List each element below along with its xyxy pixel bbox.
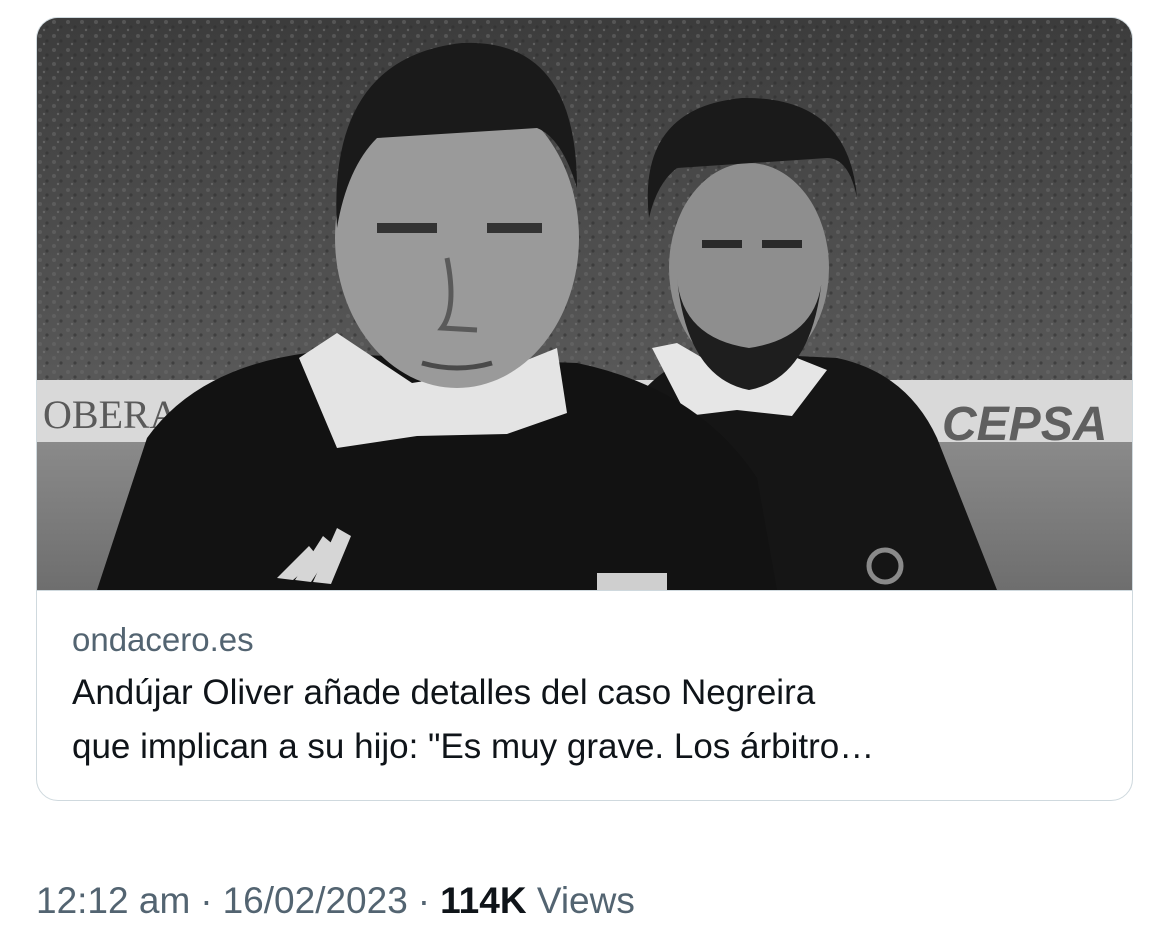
card-image[interactable]: OBERA CEPSA: [37, 18, 1132, 591]
views-label: Views: [536, 880, 635, 921]
views-link[interactable]: 114K Views: [440, 880, 635, 921]
meta-separator: ·: [417, 880, 431, 921]
meta-separator: ·: [200, 880, 213, 921]
card-title-line-1: Andújar Oliver añade detalles del caso N…: [72, 673, 816, 712]
card-text-block[interactable]: ondacero.es Andújar Oliver añade detalle…: [72, 618, 1102, 774]
link-preview-card[interactable]: OBERA CEPSA ondacero.es Andújar Oliver a…: [36, 17, 1133, 801]
tweet-meta-row: 12:12 am · 16/02/2023 · 114K Views: [36, 876, 635, 926]
card-title: Andújar Oliver añade detalles del caso N…: [72, 666, 1102, 774]
views-count: 114K: [440, 880, 527, 921]
tweet-detail: OBERA CEPSA ondacero.es Andújar Oliver a…: [0, 0, 1169, 947]
tweet-time: 12:12 am: [36, 880, 191, 921]
card-title-line-2: que implican a su hijo: "Es muy grave. L…: [72, 727, 875, 766]
referees-photo: OBERA CEPSA: [37, 18, 1132, 590]
card-domain: ondacero.es: [72, 621, 254, 658]
tweet-time-link[interactable]: 12:12 am · 16/02/2023: [36, 880, 408, 921]
tweet-date: 16/02/2023: [222, 880, 408, 921]
